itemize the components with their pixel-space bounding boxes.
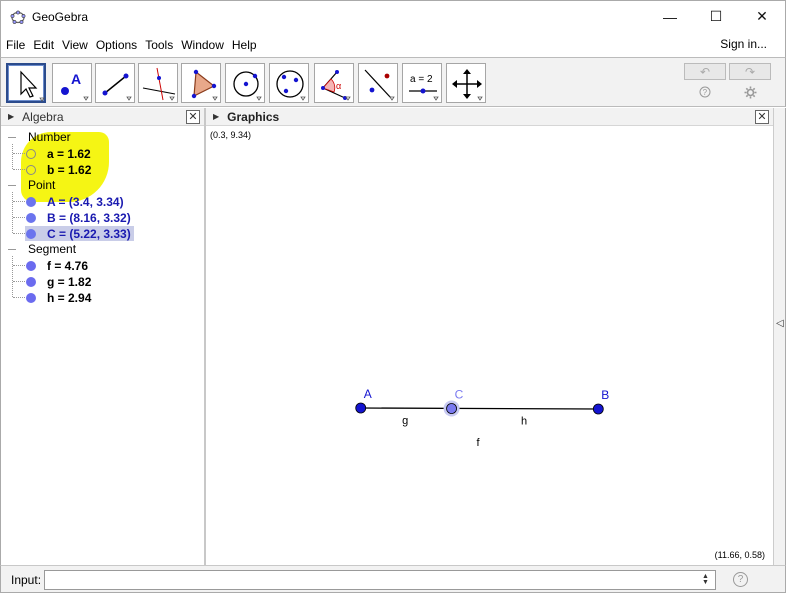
visibility-toggle-icon[interactable] — [26, 148, 36, 159]
collapse-minus-icon[interactable] — [8, 249, 16, 250]
maximize-button[interactable]: ☐ — [693, 1, 739, 32]
list-item[interactable]: g = 1.82 — [25, 274, 91, 289]
point-label-A: A — [364, 387, 372, 401]
graphics-canvas[interactable]: g h f A C B — [206, 127, 773, 547]
collapse-triangle-icon[interactable]: ▶ — [213, 112, 219, 121]
circle-three-points-tool-button[interactable] — [269, 63, 309, 103]
graphics-view[interactable]: ▶ Graphics ✕ (0.3, 9.34) (11.66, 0.58) g… — [206, 108, 773, 565]
svg-text:A: A — [71, 71, 81, 87]
reflect-icon — [364, 69, 395, 101]
menu-bar: File Edit View Options Tools Window Help… — [0, 32, 786, 57]
point-B[interactable] — [592, 403, 604, 415]
list-item[interactable]: A = (3.4, 3.34) — [25, 194, 124, 209]
polygon-icon — [191, 69, 218, 101]
slider-tool-label: a = 2 — [410, 74, 433, 85]
window-title: GeoGebra — [32, 9, 89, 24]
visibility-toggle-icon[interactable] — [26, 276, 36, 287]
close-icon[interactable]: ✕ — [186, 110, 200, 124]
visibility-toggle-icon[interactable] — [26, 260, 36, 271]
collapse-triangle-icon[interactable]: ▶ — [8, 112, 14, 121]
move-cross-arrows-icon — [452, 69, 483, 101]
menu-window[interactable]: Window — [177, 38, 228, 52]
collapse-minus-icon[interactable] — [8, 137, 16, 138]
graphics-title: Graphics — [227, 109, 280, 124]
input-field[interactable] — [44, 570, 716, 590]
close-window-button[interactable]: ✕ — [739, 1, 785, 32]
menu-view[interactable]: View — [58, 38, 92, 52]
redo-button[interactable]: ↷ — [729, 63, 771, 80]
gear-icon[interactable] — [743, 85, 757, 99]
circle-center-point-tool-button[interactable] — [225, 63, 265, 103]
segment-label-g: g — [402, 415, 408, 427]
angle-icon: α — [321, 70, 351, 101]
undo-button[interactable]: ↶ — [684, 63, 726, 80]
point-C[interactable] — [446, 403, 457, 414]
svg-text:?: ? — [703, 88, 708, 97]
visibility-toggle-icon[interactable] — [26, 164, 36, 175]
help-icon[interactable]: ? — [698, 85, 712, 99]
list-item-selected[interactable]: C = (5.22, 3.33) — [25, 226, 134, 241]
perspectives-strip[interactable]: ◁ — [773, 108, 786, 565]
visibility-toggle-icon[interactable] — [26, 228, 36, 239]
point-label-B: B — [601, 388, 609, 402]
sign-in-link[interactable]: Sign in... — [720, 37, 767, 51]
menu-tools[interactable]: Tools — [141, 38, 177, 52]
segment-label-h: h — [521, 416, 527, 428]
history-updown-icon[interactable]: ▲ ▼ — [702, 573, 709, 586]
corner-coordinates-bottom-right: (11.66, 0.58) — [714, 550, 765, 560]
minimize-button[interactable]: — — [647, 1, 693, 32]
list-item[interactable]: a = 1.62 — [25, 146, 91, 161]
point-label-C: C — [455, 388, 464, 402]
segment-icon — [102, 73, 132, 101]
collapse-minus-icon[interactable] — [8, 185, 16, 186]
move-graphics-view-tool-button[interactable] — [446, 63, 486, 103]
algebra-view: ▶ Algebra ✕ Number a = 1.62 b = 1.62 Poi… — [0, 108, 204, 565]
slider-tool-button[interactable]: a = 2 — [402, 63, 442, 103]
visibility-toggle-icon[interactable] — [26, 292, 36, 303]
circle-center-icon — [233, 71, 262, 101]
slider-icon: a = 2 — [409, 74, 439, 101]
move-arrow-icon — [20, 70, 45, 102]
title-bar: GeoGebra — ☐ ✕ — [0, 0, 786, 32]
menu-file[interactable]: File — [1, 38, 29, 52]
segment-label-f: f — [477, 437, 481, 449]
point-icon: A — [61, 71, 89, 101]
perpendicular-line-tool-button[interactable] — [138, 63, 178, 103]
visibility-toggle-icon[interactable] — [26, 196, 36, 207]
point-tool-button[interactable]: A — [52, 63, 92, 103]
visibility-toggle-icon[interactable] — [26, 212, 36, 223]
list-item[interactable]: b = 1.62 — [25, 162, 91, 177]
close-icon[interactable]: ✕ — [755, 110, 769, 124]
menu-help[interactable]: Help — [228, 38, 261, 52]
angle-tool-button[interactable]: α — [314, 63, 354, 103]
open-perspectives-arrow-icon[interactable]: ◁ — [776, 318, 784, 329]
polygon-tool-button[interactable] — [181, 63, 221, 103]
group-segment[interactable]: Segment — [28, 242, 76, 256]
algebra-header: ▶ Algebra ✕ — [1, 108, 204, 126]
point-A[interactable] — [355, 402, 367, 414]
group-point[interactable]: Point — [28, 178, 55, 192]
group-number[interactable]: Number — [28, 130, 71, 144]
segment-tool-button[interactable] — [95, 63, 135, 103]
toolbar: A α a = 2 ↶ ↷ ? — [0, 57, 786, 107]
segment-line[interactable] — [360, 407, 599, 410]
perpendicular-line-icon — [142, 67, 176, 101]
list-item[interactable]: h = 2.94 — [25, 290, 91, 305]
menu-options[interactable]: Options — [92, 38, 141, 52]
svg-text:α: α — [336, 81, 341, 91]
menu-edit[interactable]: Edit — [29, 38, 58, 52]
graphics-header: ▶ Graphics ✕ — [206, 108, 773, 126]
input-bar: Input: ▲ ▼ ? — [0, 565, 786, 593]
input-label: Input: — [11, 573, 42, 587]
geogebra-logo-icon — [10, 10, 26, 24]
reflect-tool-button[interactable] — [358, 63, 398, 103]
list-item[interactable]: f = 4.76 — [25, 258, 88, 273]
input-help-icon[interactable]: ? — [733, 572, 748, 587]
circle-three-points-icon — [276, 70, 306, 101]
list-item[interactable]: B = (8.16, 3.32) — [25, 210, 131, 225]
move-tool-button[interactable] — [6, 63, 46, 103]
algebra-title: Algebra — [22, 109, 64, 124]
